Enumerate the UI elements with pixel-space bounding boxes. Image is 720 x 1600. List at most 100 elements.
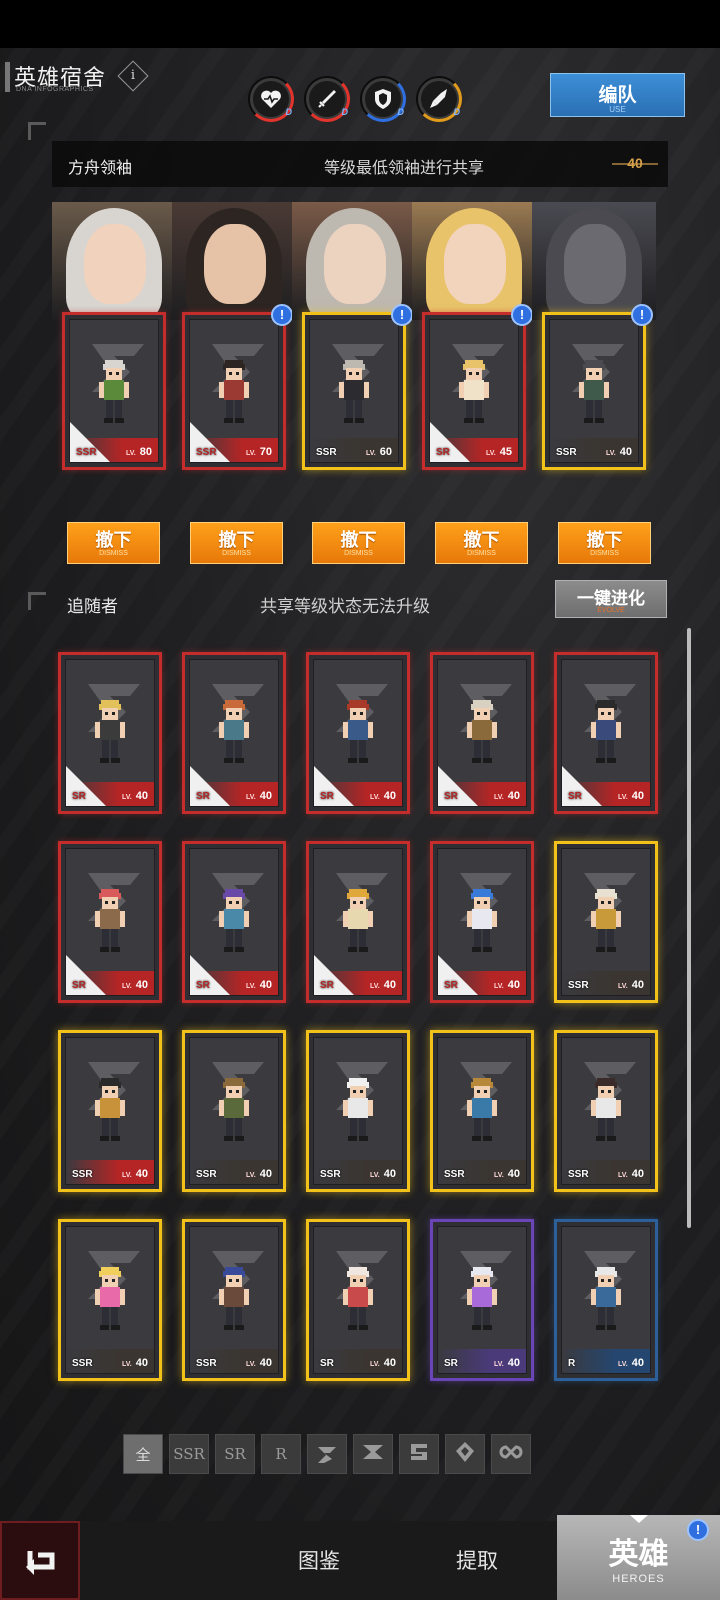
level-prefix: LV. xyxy=(246,450,256,457)
follower-hero-card[interactable]: SSR LV. 40 xyxy=(58,1030,162,1192)
follower-hero-card[interactable]: SSR LV. 40 xyxy=(554,1030,658,1192)
rarity-label: SR xyxy=(320,980,334,991)
dismiss-label: 撤下 xyxy=(463,530,500,550)
follower-hero-card[interactable]: SR LV. 40 xyxy=(58,652,162,814)
nav-extract[interactable]: 提取 xyxy=(456,1545,498,1575)
level-label: LV. 40 xyxy=(122,979,148,991)
rarity-label: SR xyxy=(72,980,86,991)
card-art: SR LV. 40 xyxy=(189,848,279,996)
filter-button[interactable] xyxy=(491,1434,531,1474)
rarity-label: SSR xyxy=(568,1169,589,1180)
evolve-button-label: 一键进化 xyxy=(577,589,645,608)
portrait-face xyxy=(324,224,386,304)
back-button[interactable] xyxy=(0,1521,80,1600)
nav-heroes-alert-badge: ! xyxy=(687,1519,709,1541)
follower-hero-card[interactable]: SR LV. 40 xyxy=(554,652,658,814)
follower-hero-card[interactable]: SSR LV. 40 xyxy=(58,1219,162,1381)
follower-hero-card[interactable]: SSR LV. 40 xyxy=(182,1030,286,1192)
dismiss-label: 撤下 xyxy=(95,530,132,550)
leader-hero-card[interactable]: SSR LV. 70 xyxy=(182,312,286,470)
rarity-label: SSR xyxy=(196,1358,217,1369)
level-label: LV. 60 xyxy=(366,446,392,458)
follower-hero-card[interactable]: SR LV. 40 xyxy=(430,841,534,1003)
card-art: SR LV. 40 xyxy=(65,848,155,996)
dagger-icon[interactable]: D xyxy=(416,76,462,122)
rarity-label: SR xyxy=(320,791,334,802)
card-art: SSR LV. 60 xyxy=(309,319,399,463)
card-art: SR LV. 40 xyxy=(437,659,527,807)
rarity-label: SSR xyxy=(568,980,589,991)
follower-hero-card[interactable]: SSR LV. 40 xyxy=(182,1219,286,1381)
follower-hero-card[interactable]: SSR LV. 40 xyxy=(554,841,658,1003)
role-filter-icons: D D D D xyxy=(248,76,462,122)
filter-button[interactable] xyxy=(307,1434,347,1474)
level-value: 40 xyxy=(383,790,396,802)
follower-hero-card[interactable]: SR LV. 40 xyxy=(306,841,410,1003)
card-footer: SSR LV. 40 xyxy=(438,1160,526,1184)
follower-hero-card[interactable]: SR LV. 40 xyxy=(58,841,162,1003)
card-footer: SR LV. 40 xyxy=(438,766,526,806)
level-value: 40 xyxy=(383,1357,396,1369)
level-prefix: LV. xyxy=(246,1361,256,1368)
follower-hero-card[interactable]: SSR LV. 40 xyxy=(306,1030,410,1192)
card-footer: SSR LV. 40 xyxy=(66,1160,154,1184)
filter-button[interactable]: SR xyxy=(215,1434,255,1474)
filter-button[interactable]: R xyxy=(261,1434,301,1474)
hero-sprite xyxy=(583,696,629,768)
rarity-label: SR xyxy=(568,791,582,802)
follower-hero-card[interactable]: SR LV. 40 xyxy=(306,652,410,814)
card-footer: SR LV. 40 xyxy=(314,766,402,806)
follower-hero-grid: SR LV. 40 SR LV. 40 SR LV. 40 SR LV. 40 SR LV. 40 SR LV.… xyxy=(58,652,678,1382)
alert-badge: ! xyxy=(631,304,653,326)
followers-scrollbar[interactable] xyxy=(687,628,691,1228)
level-value: 45 xyxy=(499,446,512,458)
heart-pulse-icon[interactable]: D xyxy=(248,76,294,122)
dismiss-button[interactable]: 撤下 DISMISS xyxy=(190,522,283,564)
leader-hero-card[interactable]: SR LV. 45 xyxy=(422,312,526,470)
level-label: LV. 40 xyxy=(618,1168,644,1180)
card-art: SR LV. 40 xyxy=(313,659,403,807)
dismiss-button[interactable]: 撤下 DISMISS xyxy=(435,522,528,564)
filter-button[interactable]: SSR xyxy=(169,1434,209,1474)
filter-label: SR xyxy=(224,1445,246,1463)
filter-button[interactable] xyxy=(445,1434,485,1474)
nav-collection[interactable]: 图鉴 xyxy=(298,1545,340,1575)
filter-button[interactable]: 全 xyxy=(123,1434,163,1474)
level-value: 40 xyxy=(619,446,632,458)
follower-hero-card[interactable]: R LV. 40 xyxy=(554,1219,658,1381)
shield-icon[interactable]: D xyxy=(360,76,406,122)
hero-sprite xyxy=(571,356,617,428)
info-icon[interactable]: i xyxy=(117,60,149,92)
dismiss-label: 撤下 xyxy=(340,530,377,550)
level-label: LV. 70 xyxy=(246,446,272,458)
leader-hero-card[interactable]: SSR LV. 40 xyxy=(542,312,646,470)
leader-hero-card[interactable]: SSR LV. 80 xyxy=(62,312,166,470)
rarity-label: R xyxy=(568,1358,576,1369)
dismiss-sublabel: DISMISS xyxy=(222,550,251,557)
rarity-faction-filters: 全 SSR SR R xyxy=(123,1434,531,1474)
sword-icon[interactable]: D xyxy=(304,76,350,122)
nav-heroes[interactable]: 英雄 HEROES ! xyxy=(557,1515,720,1600)
card-footer: SR LV. 40 xyxy=(66,766,154,806)
follower-hero-card[interactable]: SR LV. 40 xyxy=(430,1219,534,1381)
follower-hero-card[interactable]: SR LV. 40 xyxy=(182,652,286,814)
filter-button[interactable] xyxy=(353,1434,393,1474)
leader-hero-card[interactable]: SSR LV. 60 xyxy=(302,312,406,470)
dismiss-button[interactable]: 撤下 DISMISS xyxy=(67,522,160,564)
follower-hero-card[interactable]: SR LV. 40 xyxy=(182,841,286,1003)
team-formation-button[interactable]: 编队 USE xyxy=(550,73,685,117)
follower-hero-card[interactable]: SSR LV. 40 xyxy=(430,1030,534,1192)
card-art: SR LV. 40 xyxy=(313,1226,403,1374)
level-prefix: LV. xyxy=(486,450,496,457)
follower-hero-card[interactable]: SR LV. 40 xyxy=(430,652,534,814)
role-badge: D xyxy=(285,107,293,117)
filter-button[interactable] xyxy=(399,1434,439,1474)
card-footer: SSR LV. 40 xyxy=(190,1349,278,1373)
dismiss-button[interactable]: 撤下 DISMISS xyxy=(558,522,651,564)
rarity-label: SR xyxy=(444,791,458,802)
hero-sprite xyxy=(583,1263,629,1335)
one-click-evolve-button[interactable]: 一键进化 EVOLVE xyxy=(555,580,667,618)
follower-hero-card[interactable]: SR LV. 40 xyxy=(306,1219,410,1381)
dismiss-button[interactable]: 撤下 DISMISS xyxy=(312,522,405,564)
card-art: SR LV. 40 xyxy=(437,1226,527,1374)
